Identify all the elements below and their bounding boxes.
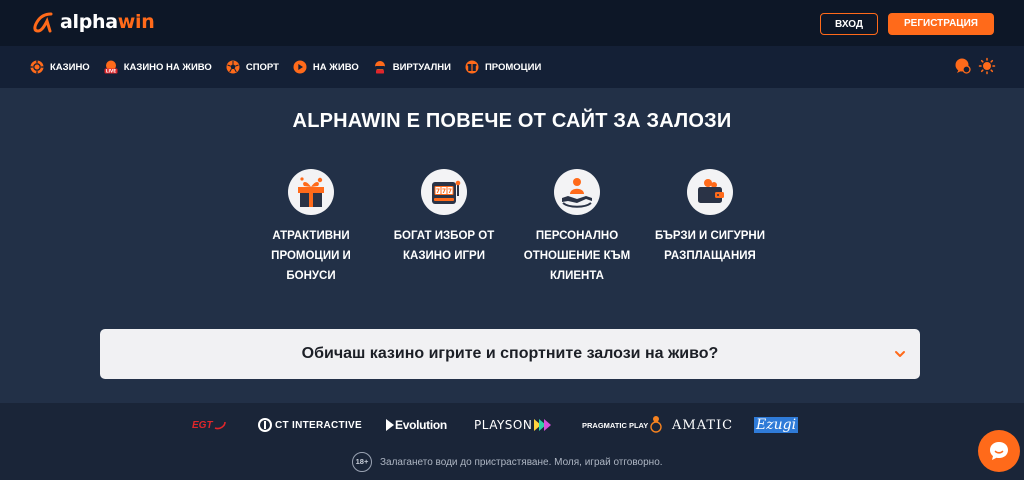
nav-item-sport[interactable]: СПОРТ	[226, 60, 279, 74]
customer-care-icon	[554, 169, 600, 215]
hero-title: ALPHAWIN Е ПОВЕЧЕ ОТ САЙТ ЗА ЗАЛОЗИ	[292, 110, 732, 132]
chat-support-icon[interactable]	[954, 57, 972, 75]
promotions-icon	[465, 60, 479, 74]
provider-pragmatic-play[interactable]: PRAGMATIC PLAY	[582, 410, 662, 440]
logo-win-text: win	[117, 11, 155, 33]
feature-line: ПРОМОЦИИ И	[271, 250, 351, 262]
provider-playson[interactable]: PLAYSON	[474, 410, 552, 440]
nav-item-live[interactable]: НА ЖИВО	[293, 60, 359, 74]
live-chat-button[interactable]	[978, 430, 1020, 472]
logo-wordmark: alphawin	[60, 11, 155, 33]
feature-line: КАЗИНО ИГРИ	[403, 250, 485, 262]
live-casino-icon: LIVE	[104, 60, 118, 74]
wallet-icon	[687, 169, 733, 215]
chat-bubble-icon	[990, 442, 1008, 460]
svg-text:7: 7	[442, 188, 446, 195]
evolution-mark-icon	[386, 419, 394, 431]
feature-line: БЪРЗИ И СИГУРНИ	[655, 230, 765, 242]
feature-text: БОГАТ ИЗБОР ОТ КАЗИНО ИГРИ	[384, 226, 504, 266]
provider-egt[interactable]: EGT	[192, 410, 226, 440]
provider-amatic-text: AMATIC	[672, 417, 734, 433]
provider-ct-text: CT INTERACTIVE	[275, 419, 362, 431]
feature-text: АТРАКТИВНИ ПРОМОЦИИ И БОНУСИ	[251, 226, 371, 286]
provider-ezugi-text: Ezugi	[754, 417, 799, 433]
nav-item-promotions[interactable]: ПРОМОЦИИ	[465, 60, 541, 74]
egt-swoosh-icon	[214, 421, 226, 430]
faq-question: Обичаш казино игрите и спортните залози …	[301, 345, 719, 362]
feature-promotions: АТРАКТИВНИ ПРОМОЦИИ И БОНУСИ	[251, 168, 371, 286]
pragmatic-monkey-icon	[650, 416, 662, 433]
svg-text:7: 7	[436, 188, 440, 195]
nav-item-virtual[interactable]: ВИРТУАЛНИ	[373, 60, 451, 74]
faq-accordion[interactable]: Обичаш казино игрите и спортните залози …	[100, 329, 920, 379]
nav-label-promotions: ПРОМОЦИИ	[484, 61, 542, 73]
feature-line: АТРАКТИВНИ	[272, 230, 350, 242]
nav-label-live: НА ЖИВО	[312, 61, 359, 73]
responsible-gambling-notice: 18+ Залагането води до пристрастяване. М…	[352, 452, 663, 472]
nav-label-casino: КАЗИНО	[50, 61, 90, 73]
slot-machine-icon: 7 7 7	[421, 169, 467, 215]
svg-text:7: 7	[448, 188, 452, 195]
feature-line: БОНУСИ	[286, 270, 336, 282]
football-icon	[226, 60, 240, 74]
nav-item-casino[interactable]: КАЗИНО	[30, 60, 90, 74]
provider-amatic[interactable]: AMATIC	[672, 410, 733, 440]
nav-item-live-casino[interactable]: LIVE КАЗИНО НА ЖИВО	[104, 60, 212, 74]
provider-pragmatic-text: PRAGMATIC PLAY	[582, 420, 649, 430]
login-button[interactable]: ВХОД	[820, 13, 878, 35]
top-bar: alphawin ВХОД РЕГИСТРАЦИЯ	[0, 0, 1024, 46]
feature-line: ПЕРСОНАЛНО	[535, 230, 619, 242]
feature-casino-games: 7 7 7 БОГАТ ИЗБОР ОТ КАЗИНО ИГРИ	[384, 168, 504, 266]
provider-playson-text: PLAYSON	[474, 418, 533, 432]
logo-alpha-text: alpha	[60, 11, 118, 33]
gift-icon	[288, 169, 334, 215]
play-icon	[293, 60, 307, 74]
feature-line: БОГАТ ИЗБОР ОТ	[393, 230, 495, 242]
provider-egt-text: EGT	[192, 419, 213, 431]
casino-chip-icon	[30, 60, 44, 74]
provider-ct-interactive[interactable]: CT INTERACTIVE	[258, 410, 362, 440]
provider-logos: EGT CT INTERACTIVE Evolution PLAYSON PRA…	[0, 410, 1024, 440]
chevron-down-icon[interactable]	[894, 348, 906, 360]
alphawin-logo[interactable]: alphawin	[30, 9, 155, 35]
nav-label-live-casino: КАЗИНО НА ЖИВО	[123, 61, 212, 73]
virtual-icon	[374, 61, 385, 74]
feature-text: ПЕРСОНАЛНО ОТНОШЕНИЕ КЪМ КЛИЕНТА	[517, 226, 637, 286]
main-nav: КАЗИНО LIVE КАЗИНО НА ЖИВО СПОРТ НА ЖИВО…	[0, 46, 1024, 88]
age-18-badge: 18+	[352, 452, 372, 472]
live-badge-text: LIVE	[106, 69, 116, 74]
register-button[interactable]: РЕГИСТРАЦИЯ	[888, 13, 994, 35]
gambling-warning-text: Залагането води до пристрастяване. Моля,…	[380, 456, 663, 468]
nav-label-virtual: ВИРТУАЛНИ	[392, 61, 451, 73]
provider-evolution[interactable]: Evolution	[386, 410, 447, 440]
provider-evolution-text: Evolution	[395, 418, 447, 432]
feature-line: РАЗПЛАЩАНИЯ	[664, 250, 756, 262]
provider-ezugi[interactable]: Ezugi	[754, 410, 799, 440]
feature-line: КЛИЕНТА	[550, 270, 604, 282]
feature-payments: БЪРЗИ И СИГУРНИ РАЗПЛАЩАНИЯ	[650, 168, 770, 266]
feature-line: ОТНОШЕНИЕ КЪМ	[523, 250, 631, 262]
feature-text: БЪРЗИ И СИГУРНИ РАЗПЛАЩАНИЯ	[650, 226, 770, 266]
playson-arrow-icon	[534, 419, 552, 431]
alpha-logo-icon	[33, 12, 53, 33]
feature-personal-care: ПЕРСОНАЛНО ОТНОШЕНИЕ КЪМ КЛИЕНТА	[517, 168, 637, 286]
ct-logo-icon	[258, 418, 272, 432]
theme-sun-icon[interactable]	[978, 57, 996, 75]
nav-label-sport: СПОРТ	[245, 61, 279, 73]
